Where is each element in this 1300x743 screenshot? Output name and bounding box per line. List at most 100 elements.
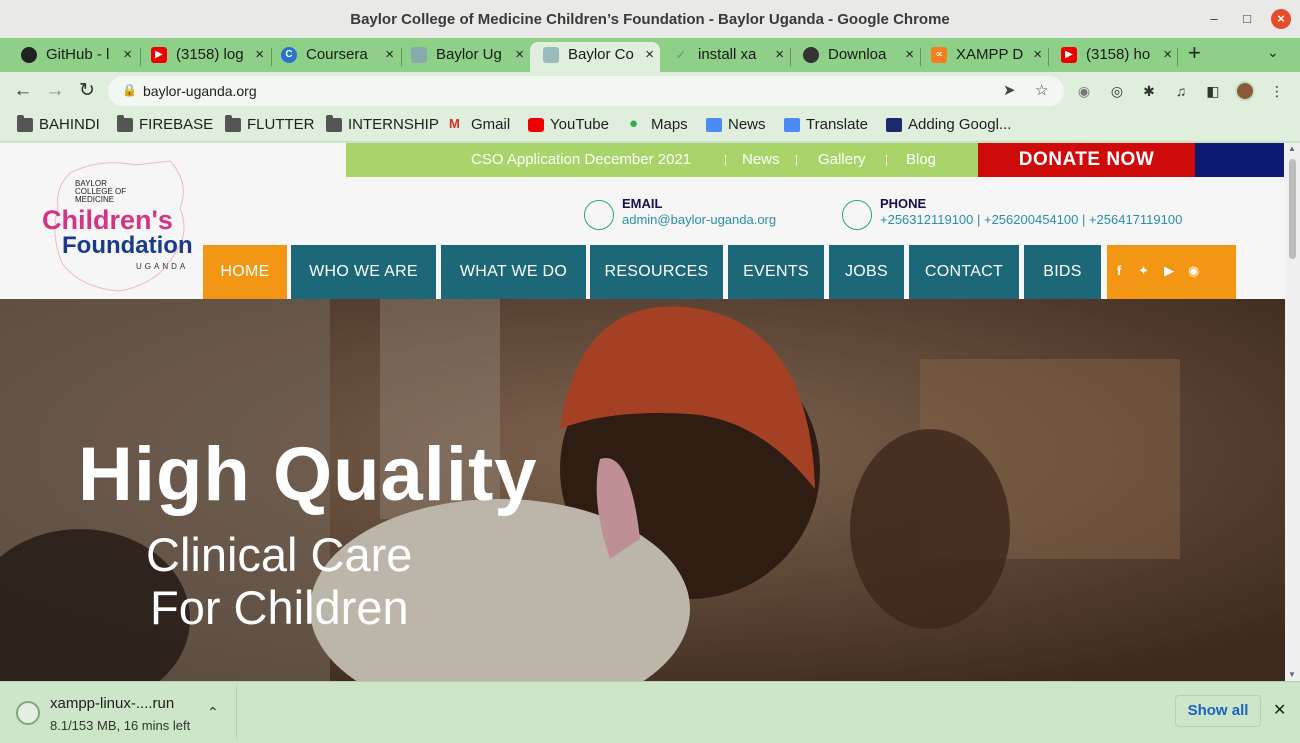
nav-bids[interactable]: BIDS <box>1024 245 1101 299</box>
bookmark-star-icon[interactable]: ☆ <box>1035 81 1048 99</box>
nav-events[interactable]: EVENTS <box>728 245 824 299</box>
profile-avatar[interactable] <box>1235 81 1255 101</box>
nav-home[interactable]: HOME <box>203 245 287 299</box>
bookmark-youtube[interactable]: YouTube <box>528 116 609 133</box>
extensions-puzzle-icon[interactable]: ✱ <box>1140 82 1158 100</box>
download-item[interactable]: xampp-linux-....run 8.1/153 MB, 16 mins … <box>4 685 237 739</box>
logo-line-medicine: MEDICINE <box>75 195 114 204</box>
tab-label: XAMPP D <box>956 46 1024 63</box>
forward-arrow-icon[interactable]: → <box>43 79 67 103</box>
minimize-button[interactable]: – <box>1204 9 1224 29</box>
tab-strip: GitHub - l × ▶ (3158) log × C Coursera ×… <box>0 38 1300 72</box>
scroll-up-icon[interactable]: ▲ <box>1288 144 1296 153</box>
back-arrow-icon[interactable]: ← <box>11 79 35 103</box>
tab-baylor-1[interactable]: Baylor Ug × <box>398 42 530 72</box>
tab-coursera[interactable]: C Coursera × <box>268 42 400 72</box>
twitter-icon[interactable]: ✦ <box>1138 263 1149 279</box>
chevron-up-icon[interactable]: ⌃ <box>207 704 219 721</box>
tab-download[interactable]: Downloa × <box>790 42 920 72</box>
menu-kebab-icon[interactable]: ⋮ <box>1268 82 1286 100</box>
baylor-icon <box>411 47 427 63</box>
browser-toolbar: ← → ↻ 🔒 baylor-uganda.org ➤ ☆ ◉ ◎ ✱ ♫ ◧ … <box>0 72 1300 110</box>
tab-stackoverflow[interactable]: ✓ install xa × <box>660 42 790 72</box>
github-icon <box>21 47 37 63</box>
tab-github[interactable]: GitHub - l × <box>8 42 138 72</box>
address-bar[interactable]: 🔒 baylor-uganda.org ➤ ☆ <box>108 76 1064 106</box>
page-scrollbar[interactable]: ▲ ▼ <box>1285 143 1300 681</box>
lock-icon[interactable]: 🔒 <box>122 83 137 97</box>
donate-now-button[interactable]: DONATE NOW <box>978 143 1195 177</box>
email-address[interactable]: admin@baylor-uganda.org <box>622 212 776 227</box>
bookmark-gmail[interactable]: M Gmail <box>449 116 510 133</box>
scroll-down-icon[interactable]: ▼ <box>1288 670 1296 679</box>
close-tab-icon[interactable]: × <box>905 42 914 68</box>
bookmark-adding-google[interactable]: Adding Googl... <box>886 116 1011 133</box>
bookmark-firebase[interactable]: FIREBASE <box>117 115 213 133</box>
bookmark-news[interactable]: News <box>706 116 766 133</box>
scrollbar-thumb[interactable] <box>1289 159 1296 259</box>
maximize-button[interactable]: □ <box>1237 9 1257 29</box>
close-shelf-icon[interactable]: ✕ <box>1273 700 1286 720</box>
new-tab-button[interactable]: + <box>1188 40 1201 66</box>
nav-contact[interactable]: CONTACT <box>909 245 1019 299</box>
cso-application-link[interactable]: CSO Application December 2021 <box>471 151 691 168</box>
tab-label: install xa <box>698 46 757 63</box>
gallery-link[interactable]: Gallery <box>818 151 866 168</box>
tab-youtube-1[interactable]: ▶ (3158) log × <box>138 42 270 72</box>
tab-label: Downloa <box>828 46 887 63</box>
bookmark-label: Translate <box>806 116 868 133</box>
facebook-icon[interactable]: f <box>1117 263 1121 278</box>
send-tab-icon[interactable]: ➤ <box>1003 81 1016 99</box>
tab-label: (3158) log <box>176 46 244 63</box>
nav-who-we-are[interactable]: WHO WE ARE <box>291 245 436 299</box>
tab-label: GitHub - l <box>46 46 110 63</box>
show-all-button[interactable]: Show all <box>1175 695 1261 727</box>
side-panel-icon[interactable]: ◧ <box>1204 82 1222 100</box>
translate-icon <box>784 118 800 132</box>
youtube-icon[interactable]: ▶ <box>1164 263 1174 279</box>
reload-icon[interactable]: ↻ <box>75 79 99 103</box>
close-window-button[interactable]: × <box>1271 9 1291 29</box>
news-link[interactable]: News <box>742 151 780 168</box>
bookmark-label: INTERNSHIP <box>348 116 439 133</box>
maps-icon: ● <box>629 115 639 132</box>
nav-resources[interactable]: RESOURCES <box>590 245 723 299</box>
close-tab-icon[interactable]: × <box>385 42 394 68</box>
bookmark-label: News <box>728 116 766 133</box>
color-picker-extension-icon[interactable]: ◎ <box>1108 82 1126 100</box>
hero-heading: High Quality <box>78 432 538 517</box>
bookmark-flutter[interactable]: FLUTTER <box>225 115 315 133</box>
tab-youtube-2[interactable]: ▶ (3158) ho × <box>1048 42 1178 72</box>
tab-xampp[interactable]: ∝ XAMPP D × <box>918 42 1048 72</box>
close-tab-icon[interactable]: × <box>1163 42 1172 68</box>
instagram-icon[interactable]: ◉ <box>1188 263 1199 279</box>
close-tab-icon[interactable]: × <box>775 42 784 68</box>
tab-search-chevron-icon[interactable]: ⌄ <box>1267 44 1279 61</box>
logo-line-childrens: Children's <box>42 205 173 235</box>
close-tab-icon[interactable]: × <box>1033 42 1042 68</box>
bookmark-bahindi[interactable]: BAHINDI <box>17 115 100 133</box>
url-text[interactable]: baylor-uganda.org <box>143 83 257 99</box>
folder-icon <box>225 115 241 132</box>
stackoverflow-icon: ✓ <box>675 47 687 62</box>
bookmark-internship[interactable]: INTERNSHIP <box>326 115 439 133</box>
close-tab-icon[interactable]: × <box>255 42 264 68</box>
bookmark-translate[interactable]: Translate <box>784 116 868 133</box>
media-control-icon[interactable]: ♫ <box>1172 82 1190 100</box>
bookmark-label: BAHINDI <box>39 116 100 133</box>
bookmark-label: Gmail <box>471 116 511 133</box>
phone-numbers[interactable]: +256312119100 | +256200454100 | +2564171… <box>880 212 1182 227</box>
bookmark-maps[interactable]: ● Maps <box>629 115 688 133</box>
globe-extension-icon[interactable]: ◉ <box>1075 82 1093 100</box>
close-tab-icon[interactable]: × <box>645 42 654 68</box>
nav-jobs[interactable]: JOBS <box>829 245 904 299</box>
tab-baylor-active[interactable]: Baylor Co × <box>530 42 660 72</box>
close-tab-icon[interactable]: × <box>515 42 524 68</box>
baylor-logo[interactable]: BAYLOR COLLEGE OF MEDICINE Children's Fo… <box>40 153 205 298</box>
close-tab-icon[interactable]: × <box>123 42 132 68</box>
xampp-icon: ∝ <box>931 47 947 63</box>
youtube-icon: ▶ <box>151 47 167 63</box>
nav-what-we-do[interactable]: WHAT WE DO <box>441 245 586 299</box>
decorative-block <box>1195 143 1284 177</box>
blog-link[interactable]: Blog <box>906 151 936 168</box>
